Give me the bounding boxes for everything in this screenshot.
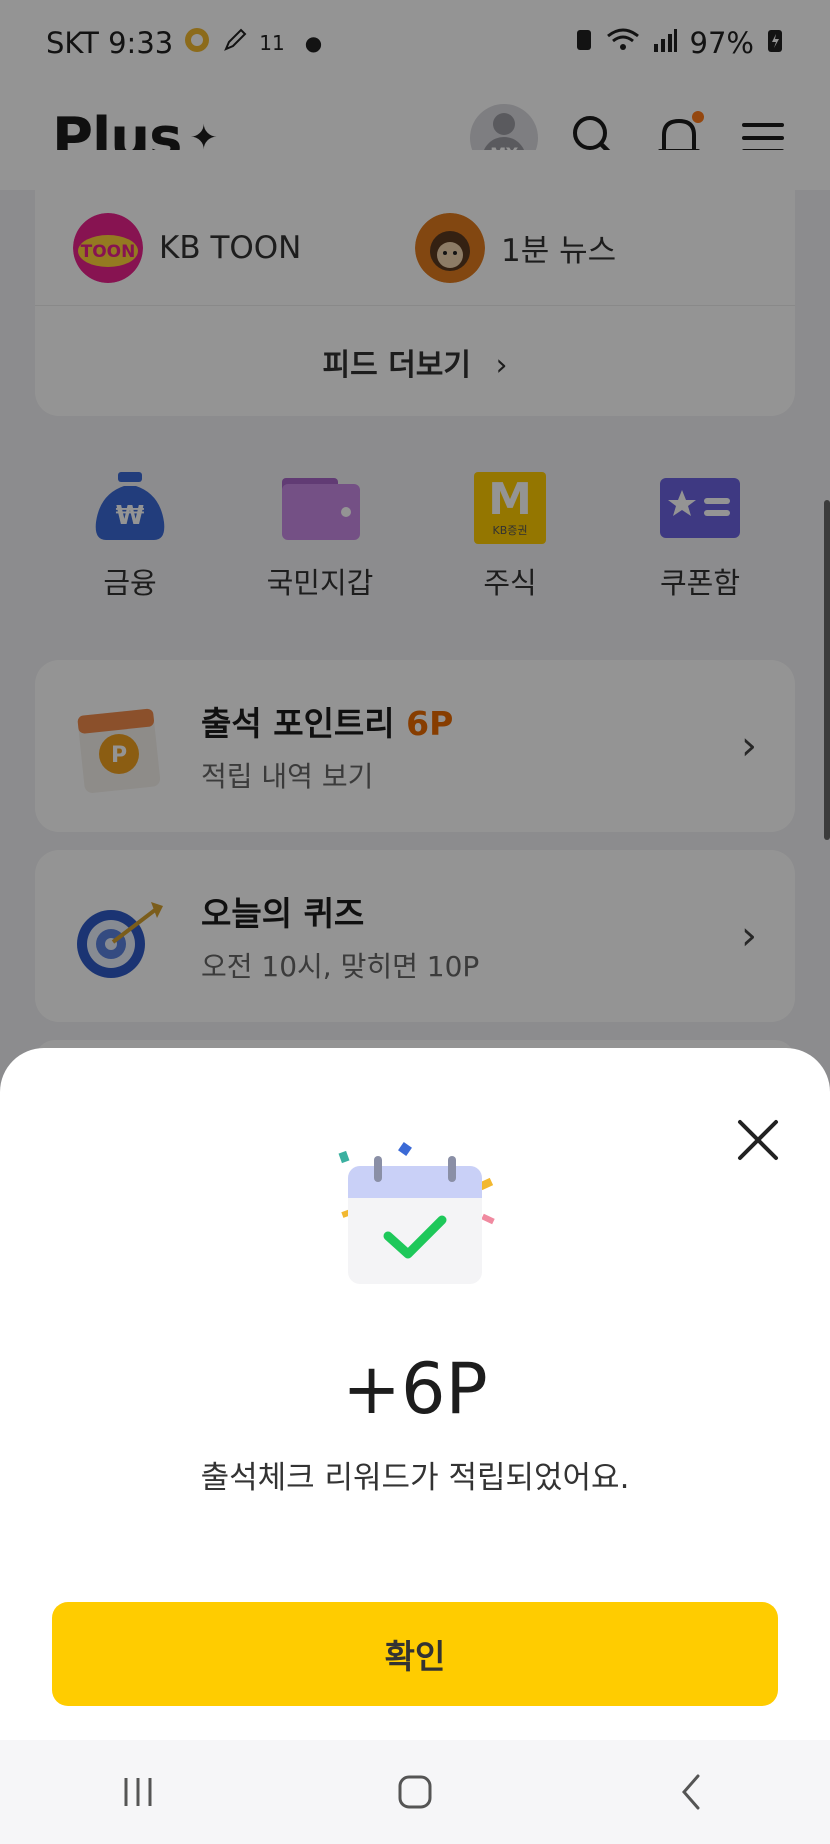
home-icon[interactable] bbox=[385, 1762, 445, 1822]
reward-points: +6P bbox=[342, 1348, 488, 1430]
recent-apps-icon[interactable] bbox=[108, 1762, 168, 1822]
confirm-button[interactable]: 확인 bbox=[52, 1602, 778, 1706]
back-icon[interactable] bbox=[662, 1762, 722, 1822]
calendar-check-icon bbox=[330, 1140, 500, 1300]
reward-message: 출석체크 리워드가 적립되었어요. bbox=[200, 1460, 630, 1496]
reward-bottom-sheet: +6P 출석체크 리워드가 적립되었어요. 확인 bbox=[0, 1048, 830, 1740]
system-nav-bar bbox=[0, 1740, 830, 1844]
close-icon[interactable] bbox=[734, 1116, 782, 1164]
